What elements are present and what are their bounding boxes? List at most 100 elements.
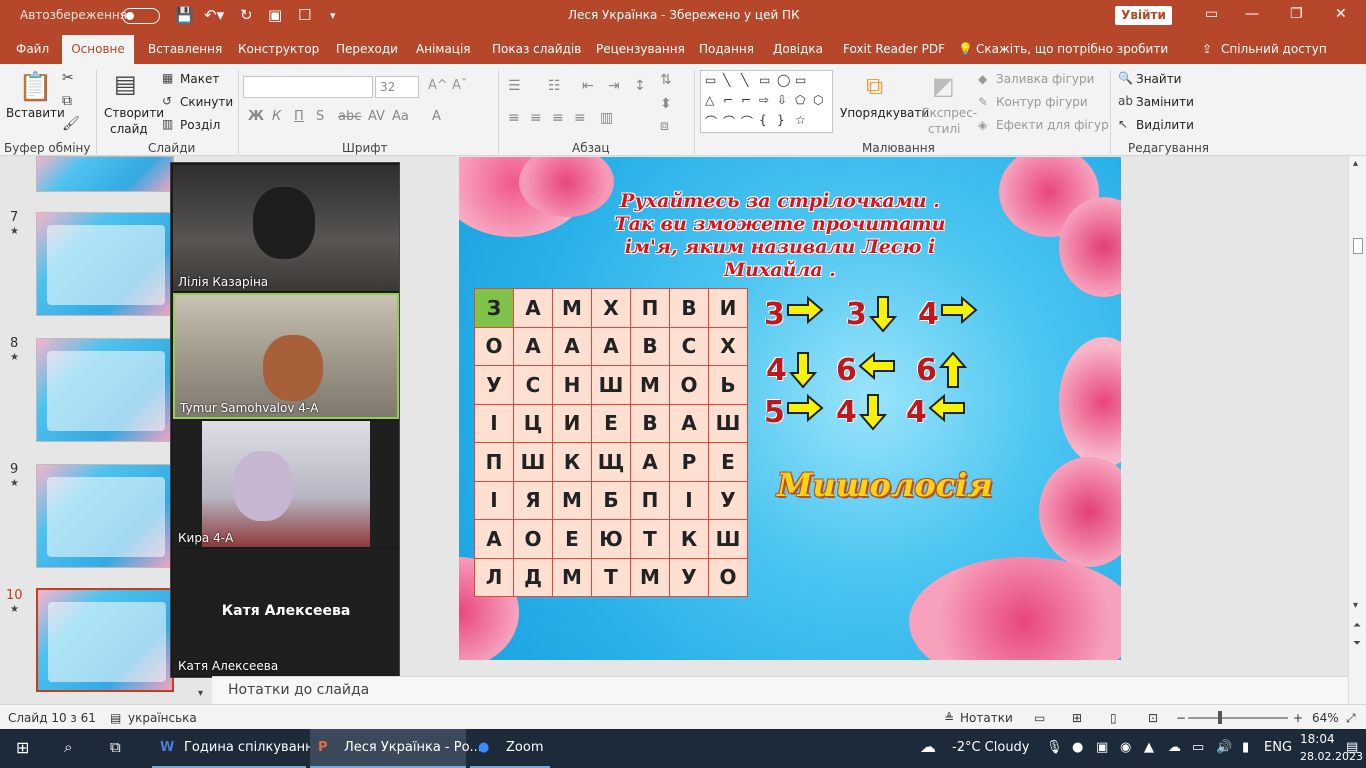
save-icon[interactable]: 💾 [175,6,194,24]
tab-home[interactable]: Основне [62,35,134,64]
format-painter-icon[interactable]: 🖌 [62,116,80,132]
tab-insert[interactable]: Вставлення [148,42,222,56]
spacing-icon[interactable]: AV [368,109,385,124]
change-case-icon[interactable]: Aa [392,109,409,124]
justify-icon[interactable]: ≡ [574,110,586,126]
paste-button[interactable]: Вставити [6,106,65,120]
minimize-icon[interactable]: — [1245,6,1259,22]
tab-review[interactable]: Рецензування [596,42,685,56]
find-button[interactable]: Знайти [1136,72,1181,86]
cut-icon[interactable]: ✂ [62,70,74,86]
slideshow-view-icon[interactable]: ⊡ [1148,711,1158,725]
tab-animations[interactable]: Анімація [416,42,471,56]
input-language[interactable]: ENG [1264,740,1292,755]
bullets-icon[interactable]: ☰ [508,78,521,94]
zoom-gallery-window[interactable]: Лілія Казаріна Tymur Samohvalov 4-А Кира… [170,162,400,678]
redo-icon[interactable]: ↻ [240,6,253,24]
notes-toggle[interactable]: Нотатки [960,711,1013,725]
line-spacing-icon[interactable]: ↕ [634,78,646,94]
columns-icon[interactable]: ▥ [600,110,613,126]
zoom-slider-thumb[interactable] [1218,711,1222,724]
language-status[interactable]: українська [128,711,197,725]
underline-icon[interactable]: П [294,109,304,124]
clock-time[interactable]: 18:04 [1300,732,1335,746]
tab-help[interactable]: Довідка [773,42,823,56]
undo-icon[interactable]: ↶▾ [204,6,224,24]
taskbar-app-powerpoint[interactable]: P Леся Українка - Ро... [310,729,482,768]
slide-thumbnail-7[interactable] [36,212,174,316]
shadow-icon[interactable]: S [316,109,324,124]
shapes-gallery[interactable]: ▭ ╲ ╲ ▭ ◯ ▭ △ ⌐ ⌐ ⇨ ⇩ ⬠ ⬡ ⌒ ⌒ ⌒{} ☆ [700,70,833,133]
tab-transitions[interactable]: Переходи [336,42,398,56]
align-left-icon[interactable]: ≡ [508,110,520,126]
next-slide-icon[interactable]: ⏷ [1353,638,1361,649]
slide-thumbnail-10[interactable] [36,588,174,692]
zoom-level[interactable]: 64% [1312,711,1339,725]
participant-video[interactable]: Лілія Казаріна [173,165,399,291]
microphone-icon[interactable]: 🎙 [1046,740,1063,755]
zoom-out-icon[interactable]: − [1176,711,1186,725]
quick-styles-icon[interactable]: ◩ [932,72,955,100]
layout-button[interactable]: Макет [180,72,219,86]
ribbon-display-icon[interactable]: ▭ [1205,6,1218,22]
weather-icon[interactable]: ☁ [920,737,936,756]
touch-mode-icon[interactable]: ☐ [298,6,311,24]
quick-styles-button[interactable]: Експрес- [922,106,977,120]
new-slide-icon[interactable]: ▤ [114,70,137,98]
tray-icon[interactable]: ◉ [1120,740,1131,755]
signin-button[interactable]: Увійти [1115,6,1172,25]
tab-file[interactable]: Файл [16,42,49,56]
shape-fill-button[interactable]: Заливка фігури [996,72,1094,86]
tab-foxit[interactable]: Foxit Reader PDF [843,42,945,56]
section-button[interactable]: Розділ [180,118,220,132]
weather-text[interactable]: -2°C Cloudy [952,740,1030,755]
previous-slide-icon[interactable]: ⏶ [1353,620,1361,631]
slide-canvas[interactable]: Рухайтесь за стрілочками . Так ви зможет… [459,157,1121,660]
normal-view-icon[interactable]: ▭ [1034,711,1045,725]
align-text-icon[interactable]: ⬍ [660,96,672,112]
vertical-scrollbar[interactable]: ▴ ▾ ⏶ ⏷ [1348,156,1366,704]
arrange-button[interactable]: Упорядкувати [840,106,929,120]
fit-slide-icon[interactable]: ⤢ [1346,711,1356,726]
bold-icon[interactable]: Ж [248,109,264,124]
zoom-in-icon[interactable]: + [1293,711,1303,725]
tray-icon[interactable]: ▲ [1144,740,1154,755]
indent-icon[interactable]: ⇤ [582,78,594,94]
taskbar-app-word[interactable]: W Година спілкуванн... [152,729,326,768]
arrange-icon[interactable]: ⧉ [866,72,883,100]
share-button[interactable]: Спільний доступ [1221,42,1327,56]
tab-view[interactable]: Подання [699,42,754,56]
network-icon[interactable]: ▭ [1192,740,1204,755]
tab-design[interactable]: Конструктор [238,42,319,56]
participant-no-video[interactable]: Катя Алексеева Катя Алексеева [173,549,399,675]
shape-outline-button[interactable]: Контур фігури [996,95,1088,109]
onedrive-icon[interactable]: ☁ [1168,740,1181,755]
notifications-icon[interactable]: ▤ [1346,740,1358,755]
font-name-field[interactable] [243,76,373,98]
maximize-icon[interactable]: ❐ [1290,6,1303,22]
align-center-icon[interactable]: ≡ [530,110,542,126]
numbering-icon[interactable]: ☷ [548,78,561,94]
participant-video[interactable]: Кира 4-А [173,421,399,547]
thumbnail-scroll-down-icon[interactable]: ▾ [198,688,203,699]
tray-icon[interactable]: ▣ [1096,740,1108,755]
replace-button[interactable]: Замінити [1136,95,1194,109]
close-icon[interactable]: ✕ [1335,6,1347,22]
font-size-field[interactable]: 32 [375,76,419,98]
volume-icon[interactable]: 🔊 [1216,740,1232,755]
copy-icon[interactable]: ⧉ [62,93,72,109]
decrease-font-icon[interactable]: Aˇ [452,78,467,93]
notes-pane[interactable]: Нотатки до слайда [212,676,1348,704]
present-icon[interactable]: ▣ [268,6,282,24]
align-right-icon[interactable]: ≡ [552,110,564,126]
tab-slideshow[interactable]: Показ слайдів [492,42,581,56]
slide-thumbnail-8[interactable] [36,338,174,442]
increase-font-icon[interactable]: A^ [428,78,448,93]
zoom-tray-icon[interactable]: ● [1072,740,1083,755]
scroll-thumb[interactable] [1353,238,1363,254]
autosave-toggle[interactable] [122,8,160,24]
zoom-slider[interactable] [1188,717,1288,719]
new-slide-button[interactable]: Створити [104,106,164,120]
battery-icon[interactable]: ▮ [1242,740,1249,755]
smartart-icon[interactable]: ⧈ [660,118,669,134]
